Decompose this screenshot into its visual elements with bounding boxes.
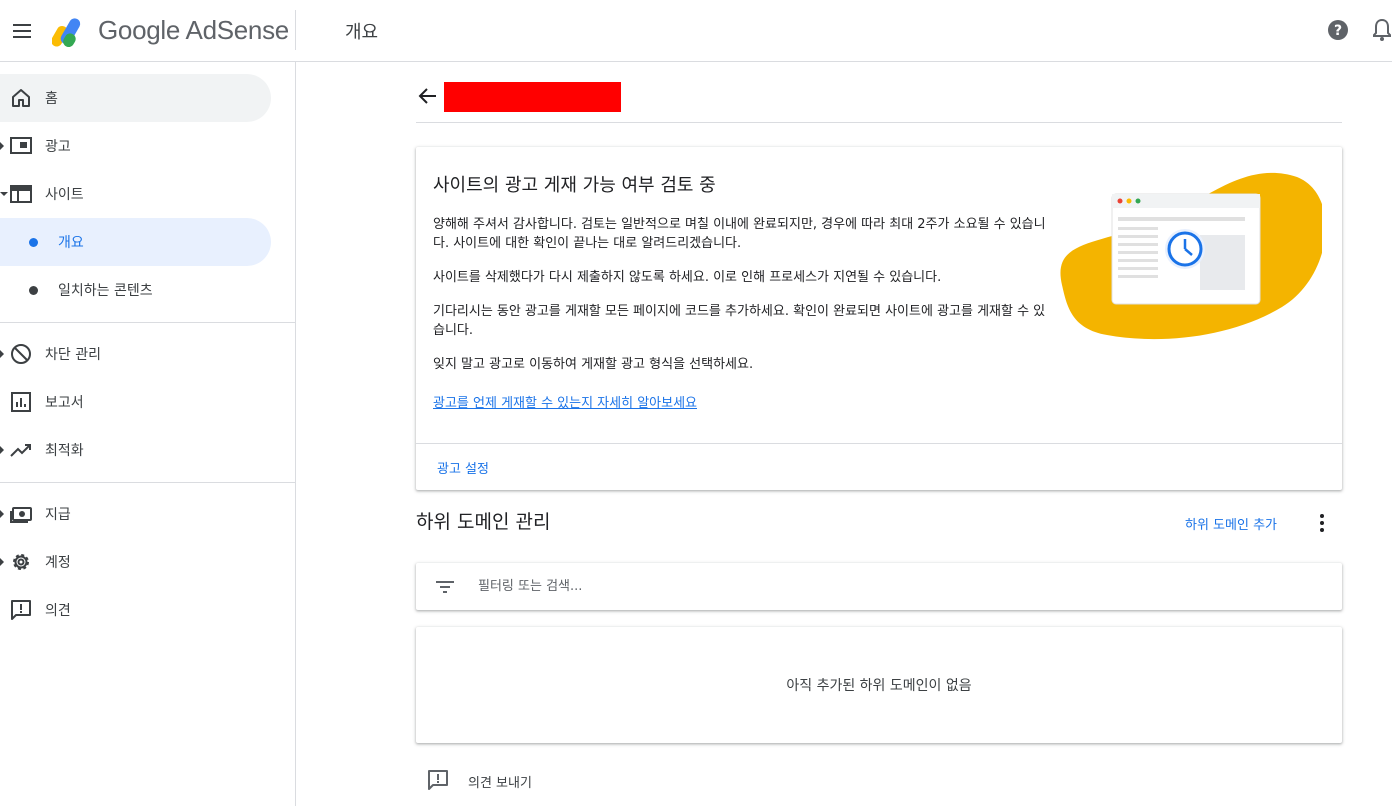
- collapse-caret-icon: [0, 192, 8, 196]
- sidebar-item-optimization[interactable]: 최적화: [0, 426, 271, 474]
- reports-icon: [11, 392, 31, 412]
- expand-caret-icon: [0, 142, 4, 150]
- back-arrow-icon[interactable]: [416, 84, 440, 108]
- learn-more-link[interactable]: 광고를 언제 게재할 수 있는지 자세히 알아보세요: [433, 392, 697, 411]
- more-vert-icon[interactable]: [1310, 511, 1334, 535]
- sidebar-item-matched-content[interactable]: 일치하는 콘텐츠: [0, 266, 271, 314]
- subdomain-section-title: 하위 도메인 관리: [416, 511, 551, 533]
- sidebar-item-label: 일치하는 콘텐츠: [58, 283, 153, 299]
- menu-icon[interactable]: [10, 19, 34, 43]
- gear-icon: [13, 554, 29, 570]
- review-paragraph: 잊지 말고 광고로 이동하여 게재할 광고 형식을 선택하세요.: [433, 357, 754, 372]
- sidebar-item-feedback[interactable]: 의견: [0, 586, 271, 634]
- sidebar-item-label: 개요: [58, 235, 84, 251]
- site-header-row: [416, 80, 1342, 123]
- review-paragraph: 기다리시는 동안 광고를 게재할 모든 페이지에 코드를 추가하세요. 확인이 …: [433, 304, 1046, 338]
- review-body: 양해해 주셔서 감사합니다. 검토는 일반적으로 며칠 이내에 완료되지만, 경…: [433, 215, 1053, 389]
- header-divider: [295, 10, 296, 50]
- empty-state-text: 아직 추가된 하위 도메인이 없음: [786, 678, 972, 694]
- sidebar-item-label: 보고서: [45, 395, 84, 411]
- feedback-icon: [428, 770, 448, 790]
- sidebar-divider: [0, 322, 295, 323]
- sidebar-item-blocking-controls[interactable]: 차단 관리: [0, 330, 271, 378]
- sidebar-item-label: 사이트: [45, 187, 84, 203]
- review-status-card: 사이트의 광고 게재 가능 여부 검토 중 양해해 주셔서 감사합니다. 검토는…: [416, 147, 1342, 490]
- help-icon[interactable]: ?: [1326, 18, 1350, 42]
- filter-bar: [416, 563, 1342, 610]
- sidebar-item-sites[interactable]: 사이트: [0, 170, 271, 218]
- sidebar-item-overview[interactable]: 개요: [0, 218, 271, 266]
- ads-icon: [10, 137, 32, 154]
- review-clock-illustration: [1060, 172, 1322, 340]
- subdomain-list-empty: 아직 추가된 하위 도메인이 없음: [416, 627, 1342, 743]
- sidebar-item-label: 홈: [45, 91, 58, 107]
- sites-icon: [10, 185, 32, 203]
- sidebar-item-ads[interactable]: 광고: [0, 122, 271, 170]
- sidebar-item-label: 계정: [45, 555, 71, 571]
- sidebar-item-label: 차단 관리: [45, 347, 101, 363]
- filter-search-input[interactable]: [478, 571, 1318, 601]
- sidebar-item-account[interactable]: 계정: [0, 538, 271, 586]
- expand-caret-icon: [0, 350, 4, 358]
- trending-up-icon: [10, 444, 31, 457]
- add-subdomain-button[interactable]: 하위 도메인 추가: [1185, 514, 1277, 533]
- review-title: 사이트의 광고 게재 가능 여부 검토 중: [433, 175, 716, 196]
- feedback-label: 의견 보내기: [468, 776, 532, 791]
- sidebar: 홈 광고 사이트 개요 일치하는 콘텐츠 차단 관리 보고서 최적화 지급 계정…: [0, 62, 296, 806]
- sidebar-divider: [0, 482, 295, 483]
- top-app-bar: Google AdSense 개요 ?: [0, 0, 1392, 62]
- ads-settings-button[interactable]: 광고 설정: [437, 458, 489, 477]
- sidebar-item-label: 의견: [45, 603, 71, 619]
- svg-text:?: ?: [1334, 23, 1342, 39]
- expand-caret-icon: [0, 510, 4, 518]
- sidebar-item-label: 광고: [45, 139, 71, 155]
- review-paragraph: 사이트를 삭제했다가 다시 제출하지 않도록 하세요. 이로 인해 프로세스가 …: [433, 270, 942, 285]
- notifications-icon[interactable]: [1370, 17, 1392, 43]
- page-title: 개요: [345, 22, 379, 43]
- bullet-icon: [29, 238, 38, 247]
- redacted-site-name: [444, 82, 621, 112]
- expand-caret-icon: [0, 446, 4, 454]
- expand-caret-icon: [0, 558, 4, 566]
- payments-icon: [10, 507, 32, 523]
- sidebar-item-home[interactable]: 홈: [0, 74, 271, 122]
- brand-name[interactable]: Google AdSense: [98, 15, 289, 46]
- home-icon: [12, 89, 30, 107]
- adsense-logo-icon[interactable]: [52, 13, 90, 47]
- sidebar-item-label: 최적화: [45, 443, 84, 459]
- sidebar-item-reports[interactable]: 보고서: [0, 378, 271, 426]
- card-footer: 광고 설정: [416, 443, 1342, 490]
- feedback-icon: [11, 600, 31, 620]
- review-paragraph: 양해해 주셔서 감사합니다. 검토는 일반적으로 며칠 이내에 완료되지만, 경…: [433, 217, 1046, 251]
- filter-icon[interactable]: [433, 575, 457, 599]
- sidebar-item-payments[interactable]: 지급: [0, 490, 271, 538]
- sidebar-item-label: 지급: [45, 507, 71, 523]
- send-feedback-button[interactable]: 의견 보내기: [426, 766, 566, 794]
- block-icon: [11, 344, 31, 364]
- bullet-icon: [29, 286, 38, 295]
